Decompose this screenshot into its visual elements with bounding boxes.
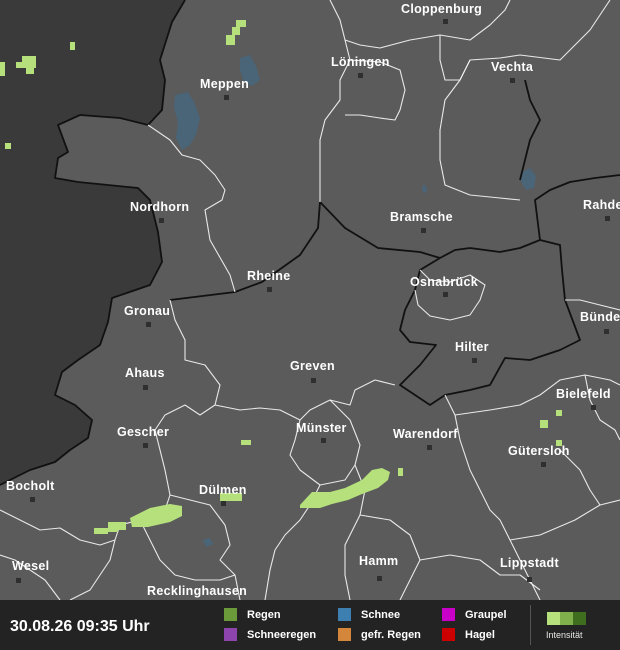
intensity-swatch-high (573, 612, 586, 625)
city-rheine: Rheine (247, 269, 290, 283)
city-ahaus: Ahaus (125, 366, 165, 380)
city-bocholt: Bocholt (6, 479, 55, 493)
city-meppen: Meppen (200, 77, 249, 91)
city-loeningen: Löningen (331, 55, 390, 69)
legend-divider (530, 605, 531, 645)
intensity-label: Intensität (546, 630, 583, 640)
city-hilter: Hilter (455, 340, 489, 354)
legend-label-hagel: Hagel (465, 628, 495, 641)
city-buende: Bünde (580, 310, 620, 324)
legend-label-gefr-regen: gefr. Regen (361, 628, 421, 641)
city-vechta: Vechta (491, 60, 534, 74)
city-bielefeld: Bielefeld (556, 387, 611, 401)
legend-swatch-hagel (442, 628, 455, 641)
legend-item-gefr-regen: gefr. Regen (338, 628, 421, 641)
legend-swatch-graupel (442, 608, 455, 621)
city-muenster: Münster (296, 421, 347, 435)
city-wesel: Wesel (12, 559, 49, 573)
city-hamm: Hamm (359, 554, 398, 568)
legend-item-hagel: Hagel (442, 628, 495, 641)
legend-swatch-regen (224, 608, 237, 621)
legend-swatch-schneeregen (224, 628, 237, 641)
city-rahde: Rahde (583, 198, 620, 212)
city-warendorf: Warendorf (393, 427, 458, 441)
legend-item-schneeregen: Schneeregen (224, 628, 316, 641)
intensity-swatch-low (547, 612, 560, 625)
intensity-swatch-mid (560, 612, 573, 625)
legend-label-schneeregen: Schneeregen (247, 628, 317, 641)
city-recklinghausen: Recklinghausen (147, 584, 247, 598)
city-lippstadt: Lippstadt (500, 556, 559, 570)
city-greven: Greven (290, 359, 335, 373)
city-duelmen: Dülmen (199, 483, 247, 497)
legend-bar: 30.08.26 09:35 Uhr Regen Schneeregen Sch… (0, 600, 620, 650)
legend-swatch-schnee (338, 608, 351, 621)
city-osnabrueck: Osnabrück (410, 275, 478, 289)
city-guetersloh: Gütersloh (508, 444, 570, 458)
legend-label-schnee: Schnee (361, 608, 401, 621)
city-gronau: Gronau (124, 304, 170, 318)
timestamp: 30.08.26 09:35 Uhr (10, 618, 150, 635)
legend-swatch-gefr-regen (338, 628, 351, 641)
city-gescher: Gescher (117, 425, 169, 439)
legend-label-graupel: Graupel (465, 608, 507, 621)
city-bramsche: Bramsche (390, 210, 453, 224)
legend-item-schnee: Schnee (338, 608, 400, 621)
city-nordhorn: Nordhorn (130, 200, 189, 214)
radar-map[interactable]: Cloppenburg Löningen Vechta Meppen Nordh… (0, 0, 620, 650)
legend-label-regen: Regen (247, 608, 281, 621)
legend-item-regen: Regen (224, 608, 281, 621)
map-canvas[interactable]: Cloppenburg Löningen Vechta Meppen Nordh… (0, 0, 620, 650)
legend-item-graupel: Graupel (442, 608, 507, 621)
intensity-scale (547, 612, 586, 625)
city-cloppenburg: Cloppenburg (401, 2, 482, 16)
